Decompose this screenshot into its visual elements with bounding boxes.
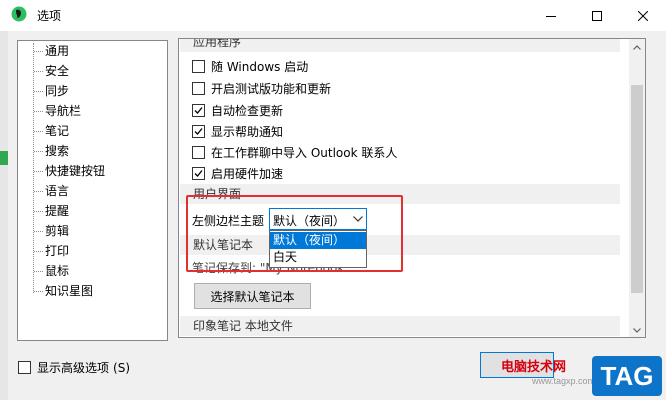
- maximize-button[interactable]: [574, 0, 620, 31]
- minimize-icon: [546, 15, 556, 17]
- option-label: 在工作群聊中导入 Outlook 联系人: [211, 145, 398, 160]
- checkmark-icon: [194, 169, 203, 177]
- sidebar-item-notes[interactable]: 笔记: [18, 121, 167, 141]
- option-label: 随 Windows 启动: [211, 59, 309, 74]
- title-bar: 选项: [0, 0, 666, 31]
- watermark-url: www.tagxp.com: [532, 376, 596, 386]
- sidebar-item-label: 打印: [45, 244, 70, 258]
- option-import-outlook-contacts[interactable]: 在工作群聊中导入 Outlook 联系人: [192, 142, 397, 162]
- checkbox-checked[interactable]: [192, 103, 205, 117]
- sidebar-item-knowledge-graph[interactable]: 知识星图: [18, 281, 167, 301]
- scrollbar-thumb[interactable]: [631, 85, 643, 293]
- checkbox-checked[interactable]: [192, 124, 205, 138]
- background-accent: [0, 151, 8, 165]
- show-advanced-label: 显示高级选项: [37, 361, 110, 375]
- option-beta-features[interactable]: 开启测试版功能和更新: [192, 78, 331, 98]
- show-advanced-options[interactable]: 显示高级选项 (S): [18, 359, 130, 376]
- option-label: 显示帮助通知: [211, 124, 284, 139]
- sidebar-item-label: 提醒: [45, 204, 70, 218]
- option-label: 启用硬件加速: [211, 166, 284, 181]
- checkbox[interactable]: [192, 145, 205, 159]
- highlight-annotation-box: [186, 195, 403, 272]
- choose-default-notebook-button[interactable]: 选择默认笔记本: [194, 283, 311, 309]
- sidebar-item-label: 笔记: [45, 124, 70, 138]
- scroll-down-button[interactable]: [629, 322, 645, 338]
- checkmark-icon: [194, 106, 203, 114]
- sidebar-item-label: 鼠标: [45, 264, 70, 278]
- sidebar-item-label: 通用: [45, 44, 70, 58]
- sidebar-item-label: 知识星图: [45, 284, 94, 298]
- evernote-app-icon: [11, 6, 27, 22]
- sidebar-item-general[interactable]: 通用: [18, 41, 167, 61]
- panel-scrollbar[interactable]: [629, 38, 646, 338]
- option-hardware-acceleration[interactable]: 启用硬件加速: [192, 163, 283, 183]
- sidebar-item-label: 剪辑: [45, 224, 70, 238]
- sidebar-item-search[interactable]: 搜索: [18, 141, 167, 161]
- sidebar-item-reminders[interactable]: 提醒: [18, 201, 167, 221]
- sidebar-item-shortcuts[interactable]: 快捷键按钮: [18, 161, 167, 181]
- option-start-with-windows[interactable]: 随 Windows 启动: [192, 56, 308, 76]
- option-auto-update[interactable]: 自动检查更新: [192, 100, 283, 120]
- sidebar-item-security[interactable]: 安全: [18, 61, 167, 81]
- section-header-application: 应用程序: [180, 39, 620, 52]
- checkbox-checked[interactable]: [192, 166, 205, 180]
- window-title: 选项: [37, 9, 62, 23]
- checkbox[interactable]: [18, 361, 31, 374]
- maximize-icon: [592, 10, 602, 21]
- checkbox[interactable]: [192, 59, 205, 73]
- sidebar-item-mouse[interactable]: 鼠标: [18, 261, 167, 281]
- show-advanced-shortcut: (S): [113, 360, 130, 375]
- close-icon: [638, 10, 648, 21]
- option-label: 自动检查更新: [211, 103, 284, 118]
- options-category-tree[interactable]: 通用 安全 同步 导航栏 笔记 搜索 快捷键按钮 语言 提醒 剪辑 打印 鼠标 …: [17, 40, 168, 341]
- checkbox[interactable]: [192, 81, 205, 95]
- sidebar-item-language[interactable]: 语言: [18, 181, 167, 201]
- watermark-site-name: 电脑技术网: [501, 360, 567, 375]
- checkmark-icon: [194, 127, 203, 135]
- sidebar-item-label: 快捷键按钮: [45, 164, 106, 178]
- minimize-button[interactable]: [528, 0, 574, 31]
- sidebar-item-label: 同步: [45, 84, 70, 98]
- sidebar-item-label: 安全: [45, 64, 70, 78]
- sidebar-item-label: 语言: [45, 184, 70, 198]
- sidebar-item-sync[interactable]: 同步: [18, 81, 167, 101]
- scroll-up-button[interactable]: [629, 39, 645, 55]
- sidebar-item-label: 导航栏: [45, 104, 82, 118]
- settings-panel: 应用程序 随 Windows 启动 开启测试版功能和更新 自动检查更新 显示帮助…: [178, 38, 630, 338]
- sidebar-item-clipper[interactable]: 剪辑: [18, 221, 167, 241]
- option-label: 开启测试版功能和更新: [211, 81, 332, 96]
- sidebar-item-navigation[interactable]: 导航栏: [18, 101, 167, 121]
- sidebar-item-print[interactable]: 打印: [18, 241, 167, 261]
- section-header-local-files: 印象笔记 本地文件: [180, 316, 620, 336]
- chevron-up-icon: [633, 44, 641, 50]
- chevron-down-icon: [633, 327, 641, 333]
- sidebar-item-label: 搜索: [45, 144, 70, 158]
- background-window-edge: [0, 31, 8, 400]
- option-help-notifications[interactable]: 显示帮助通知: [192, 121, 283, 141]
- tag-logo: TAG: [592, 356, 662, 396]
- close-button[interactable]: [620, 0, 666, 31]
